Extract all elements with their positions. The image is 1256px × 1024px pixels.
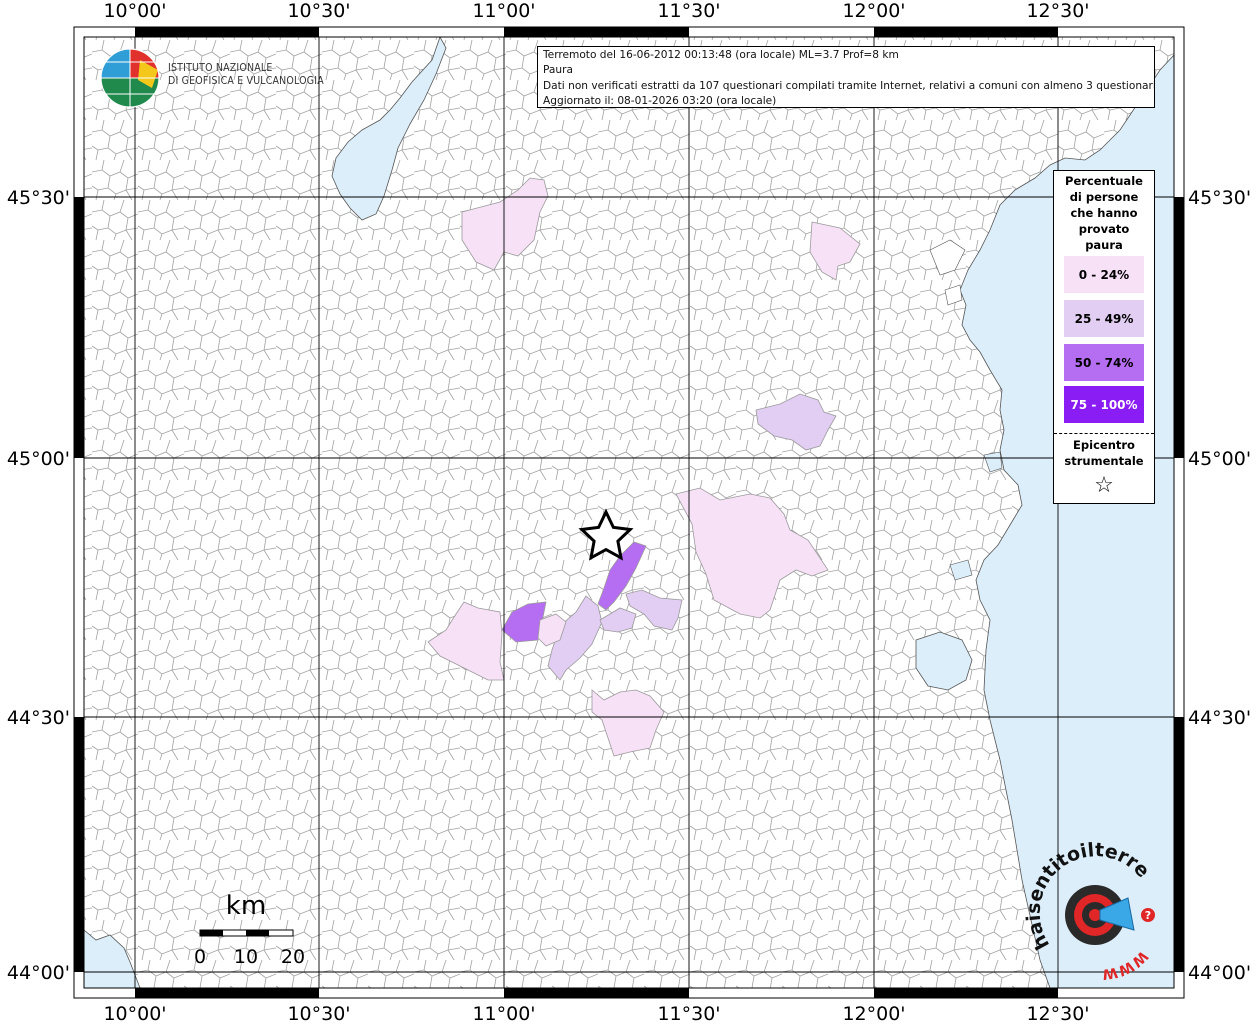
lon-label: 12°30' [1026,1003,1089,1024]
lon-label: 10°00' [103,1003,166,1024]
lat-label: 45°30' [1188,187,1251,209]
scale-unit: km [226,891,266,921]
lat-label: 44°30' [1188,707,1251,729]
lat-label: 44°30' [7,707,70,729]
event-title: Terremoto del 16-06-2012 00:13:48 (ora l… [543,49,899,61]
legend-epicenter-label: Epicentro strumentale [1054,437,1154,469]
lat-label: 45°00' [1188,448,1251,470]
scale-label: 20 [281,946,305,968]
lon-label: 11°30' [657,0,720,22]
legend-title-line: di persone [1069,190,1139,204]
legend-title-line: che hanno [1070,206,1138,220]
longitude-labels-top: 10°00' 10°30' 11°00' 11°30' 12°00' 12°30… [103,0,1089,22]
data-note: Dati non verificati estratti da 107 ques… [543,79,1155,92]
legend: Percentuale di persone che hanno provato… [1053,170,1155,504]
ingv-line: DI GEOFISICA E VULCANOLOGIA [168,75,324,87]
legend-title: Percentuale di persone che hanno provato… [1054,173,1154,253]
ingv-name: ISTITUTO NAZIONALE DI GEOFISICA E VULCAN… [168,62,324,88]
lon-label: 11°00' [472,0,535,22]
lon-label: 12°30' [1026,0,1089,22]
map-parameter: Paura [543,64,573,77]
lon-label: 11°00' [472,1003,535,1024]
legend-epicenter-line: strumentale [1064,454,1144,468]
legend-swatch-75-100: 75 - 100% [1064,386,1144,423]
ingv-logo [100,48,160,108]
legend-title-line: Percentuale [1065,174,1143,188]
epicenter-star-icon: ☆ [1094,473,1114,498]
hsit-question-mark: ? [1145,909,1151,922]
lat-label: 44°00' [7,962,70,984]
scale-label: 10 [234,946,258,968]
legend-title-line: paura [1085,238,1123,252]
legend-title-line: provato [1078,222,1130,236]
lon-label: 10°30' [287,0,350,22]
ingv-line: ISTITUTO NAZIONALE [168,62,273,74]
legend-divider [1054,433,1154,434]
legend-epicenter-line: Epicentro [1073,438,1135,452]
event-info-box: Terremoto del 16-06-2012 00:13:48 (ora l… [537,46,1155,108]
scale-label: 0 [194,946,206,968]
municipal-boundaries [84,37,1174,988]
seismic-fear-map: 10°00' 10°30' 11°00' 11°30' 12°00' 12°30… [0,0,1251,1024]
latitude-labels-left: 45°30' 45°00' 44°30' 44°00' [7,187,70,984]
lon-label: 12°00' [842,1003,905,1024]
lat-label: 45°00' [7,448,70,470]
lon-label: 10°30' [287,1003,350,1024]
lon-label: 12°00' [842,0,905,22]
legend-swatch-50-74: 50 - 74% [1064,344,1144,381]
lon-label: 11°30' [657,1003,720,1024]
update-timestamp: Aggiornato il: 08-01-2026 03:20 (ora loc… [543,94,777,107]
latitude-labels-right: 45°30' 45°00' 44°30' 44°00' [1188,187,1251,984]
lon-label: 10°00' [103,0,166,22]
legend-swatch-25-49: 25 - 49% [1064,300,1144,337]
legend-swatch-0-24: 0 - 24% [1064,256,1144,293]
lat-label: 44°00' [1188,962,1251,984]
longitude-labels-bottom: 10°00' 10°30' 11°00' 11°30' 12°00' 12°30… [103,1003,1089,1024]
lat-label: 45°30' [7,187,70,209]
